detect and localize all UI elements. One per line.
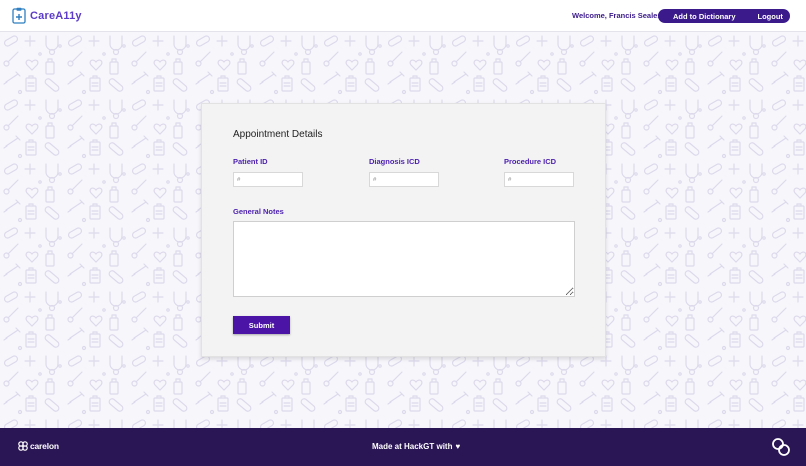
made-with-text: Made at HackGT with ♥ [372,442,460,451]
general-notes-textarea[interactable] [233,221,575,297]
carelon-logo[interactable]: carelon [18,441,59,451]
diagnosis-icd-input[interactable] [369,172,439,187]
form-title: Appointment Details [233,129,323,140]
patient-id-input[interactable] [233,172,303,187]
brand[interactable]: CareA11y [12,7,82,24]
carelon-logo-text: carelon [30,441,59,451]
heart-icon: ♥ [455,442,461,451]
appointment-form-card: Appointment Details Patient ID Diagnosis… [201,103,606,357]
submit-button[interactable]: Submit [233,316,290,334]
made-with-label: Made at HackGT with [372,442,453,451]
procedure-icd-label: Procedure ICD [504,157,557,166]
diagnosis-icd-label: Diagnosis ICD [369,157,420,166]
clipboard-medical-icon [12,7,26,24]
carelon-mark-icon [772,438,790,456]
add-to-dictionary-link[interactable]: Add to Dictionary [673,12,736,21]
welcome-message: Welcome, Francis Seales [572,11,662,20]
top-navbar: CareA11y Welcome, Francis Seales Add to … [0,0,806,32]
patient-id-label: Patient ID [233,157,268,166]
brand-name: CareA11y [30,9,82,22]
nav-actions: Add to Dictionary Logout [658,9,790,23]
carelon-logo-icon [18,441,28,451]
procedure-icd-input[interactable] [504,172,574,187]
general-notes-label: General Notes [233,207,284,216]
footer: carelon Made at HackGT with ♥ [0,428,806,466]
logout-link[interactable]: Logout [758,12,783,21]
